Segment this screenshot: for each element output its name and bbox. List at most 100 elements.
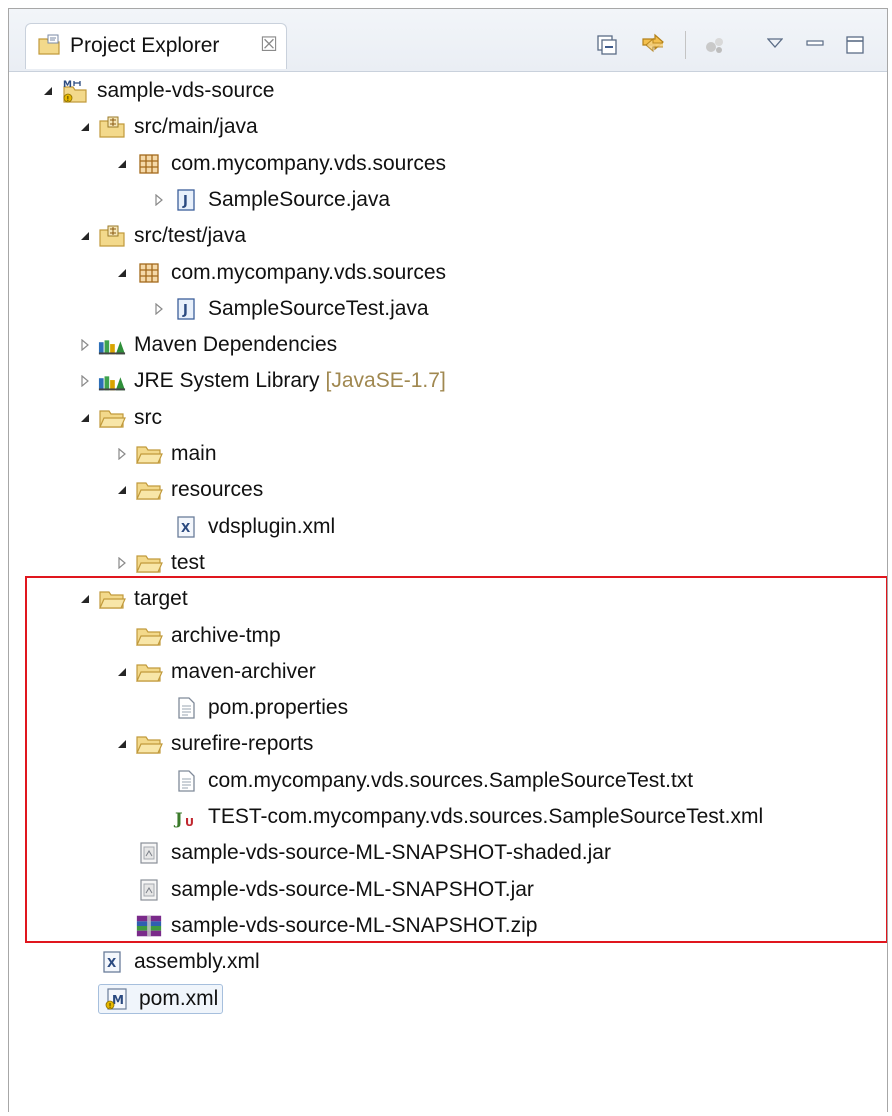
expanded-arrow-icon[interactable]	[115, 157, 129, 171]
expanded-arrow-icon[interactable]	[41, 84, 55, 98]
view-menu-icon[interactable]	[761, 29, 789, 57]
collapsed-arrow-icon[interactable]	[115, 556, 129, 570]
tree-item-content[interactable]: M! pom.xml	[98, 983, 224, 1014]
tree-item-label: src/main/java	[134, 115, 258, 139]
text-file-icon	[172, 768, 200, 794]
tree-item-content[interactable]: sample-vds-source-ML-SNAPSHOT-shaded.jar	[135, 840, 611, 866]
tree-item-content[interactable]: src/test/java	[98, 223, 246, 249]
tree-item[interactable]: M! pom.xml	[78, 981, 224, 1017]
tree-item-content[interactable]: src	[98, 405, 162, 431]
tree-item[interactable]: resources	[115, 472, 263, 508]
java-file-icon: J	[172, 296, 200, 322]
collapsed-arrow-icon[interactable]	[115, 447, 129, 461]
tree-item-content[interactable]: archive-tmp	[135, 623, 281, 649]
tree-item[interactable]: test	[115, 545, 205, 581]
folder-icon	[98, 405, 126, 431]
collapsed-arrow-icon[interactable]	[152, 193, 166, 207]
tree-item-content[interactable]: JRE System Library [JavaSE-1.7]	[98, 368, 446, 394]
tree-item-label: sample-vds-source	[97, 79, 275, 102]
tree-item-content[interactable]: com.mycompany.vds.sources	[135, 151, 446, 177]
tree-item-label: target	[134, 587, 188, 611]
tree-item[interactable]: main	[115, 436, 217, 472]
tree-item-label: test	[171, 550, 205, 574]
tree-item-label: Maven Dependencies	[134, 333, 338, 357]
tree-item-content[interactable]: J SampleSourceTest.java	[172, 296, 429, 322]
svg-text:U: U	[185, 816, 194, 829]
no-arrow	[78, 992, 92, 1006]
tree-item[interactable]: com.mycompany.vds.sources	[115, 255, 446, 291]
tree-item[interactable]: src/test/java	[78, 218, 246, 254]
tree-item-content[interactable]: Xassembly.xml	[98, 949, 260, 975]
tree-item-content[interactable]: J U TEST-com.mycompany.vds.sources.SampleS…	[172, 804, 763, 830]
tree-item-content[interactable]: src/main/java	[98, 114, 258, 140]
maximize-icon[interactable]	[841, 31, 869, 59]
tree-item[interactable]: target	[78, 581, 188, 617]
expanded-arrow-icon[interactable]	[78, 229, 92, 243]
tree-item[interactable]: sample-vds-source-ML-SNAPSHOT.zip	[115, 908, 537, 944]
zip-archive-icon	[135, 913, 163, 939]
svg-text:X: X	[181, 521, 191, 535]
tree-item[interactable]: pom.properties	[152, 690, 348, 726]
tree-item-content[interactable]: J SampleSource.java	[172, 187, 390, 213]
link-with-editor-icon[interactable]	[639, 29, 667, 57]
minimize-icon[interactable]	[801, 29, 829, 57]
folder-icon	[135, 550, 163, 576]
tree-item[interactable]: com.mycompany.vds.sources	[115, 146, 446, 182]
tree-item[interactable]: com.mycompany.vds.sources.SampleSourceTe…	[152, 763, 693, 799]
collapse-all-icon[interactable]	[593, 31, 621, 59]
tab-label: Project Explorer	[70, 34, 220, 57]
collapsed-arrow-icon[interactable]	[78, 374, 92, 388]
tree-item-content[interactable]: pom.properties	[172, 695, 348, 721]
tree-item-content[interactable]: sample-vds-source-ML-SNAPSHOT.jar	[135, 877, 534, 903]
tree-item[interactable]: sample-vds-source-ML-SNAPSHOT-shaded.jar	[115, 835, 611, 871]
tree-item[interactable]: JRE System Library [JavaSE-1.7]	[78, 363, 446, 399]
tree-item[interactable]: surefire-reports	[115, 726, 313, 762]
expanded-arrow-icon[interactable]	[115, 665, 129, 679]
tree-item-content[interactable]: Xvdsplugin.xml	[172, 514, 335, 540]
tree-item-label: resources	[171, 478, 264, 502]
expanded-arrow-icon[interactable]	[78, 411, 92, 425]
xml-file-icon: X	[98, 949, 126, 975]
tree-item[interactable]: archive-tmp	[115, 618, 281, 654]
collapsed-arrow-icon[interactable]	[152, 302, 166, 316]
close-icon[interactable]: ☒	[260, 33, 278, 57]
tree-item[interactable]: src/main/java	[78, 109, 258, 145]
tree-item[interactable]: M! sample-vds-source	[41, 73, 274, 109]
tree-item-content[interactable]: resources	[135, 477, 263, 503]
project-explorer-tab[interactable]: Project Explorer ☒	[25, 23, 287, 69]
tree-item[interactable]: Maven Dependencies	[78, 327, 337, 363]
tree-item-label: pom.xml	[139, 986, 219, 1010]
tree-item-label: SampleSource.java	[208, 187, 391, 211]
expanded-arrow-icon[interactable]	[115, 483, 129, 497]
expanded-arrow-icon[interactable]	[78, 592, 92, 606]
tree-item-content[interactable]: test	[135, 550, 205, 576]
maven-pom-icon: M!	[103, 986, 131, 1012]
tree-item[interactable]: maven-archiver	[115, 654, 316, 690]
tree-item[interactable]: J SampleSource.java	[152, 182, 390, 218]
tree-item-content[interactable]: M! sample-vds-source	[61, 78, 274, 104]
tree-item[interactable]: J SampleSourceTest.java	[152, 291, 429, 327]
tree-item[interactable]: src	[78, 400, 162, 436]
expanded-arrow-icon[interactable]	[115, 266, 129, 280]
no-arrow	[152, 810, 166, 824]
tree-item-content[interactable]: surefire-reports	[135, 731, 313, 757]
tree-item[interactable]: Xvdsplugin.xml	[152, 509, 335, 545]
tree-item-content[interactable]: maven-archiver	[135, 659, 316, 685]
tree-item-content[interactable]: sample-vds-source-ML-SNAPSHOT.zip	[135, 913, 537, 939]
tree-item-content[interactable]: com.mycompany.vds.sources	[135, 260, 446, 286]
tree-item-content[interactable]: main	[135, 441, 217, 467]
expanded-arrow-icon[interactable]	[115, 737, 129, 751]
focus-on-active-task-icon[interactable]	[701, 31, 729, 59]
tree-item-content[interactable]: com.mycompany.vds.sources.SampleSourceTe…	[172, 768, 693, 794]
tree-item[interactable]: sample-vds-source-ML-SNAPSHOT.jar	[115, 872, 534, 908]
tree-item[interactable]: J U TEST-com.mycompany.vds.sources.SampleS…	[152, 799, 763, 835]
folder-icon	[135, 623, 163, 649]
tree-item[interactable]: Xassembly.xml	[78, 944, 260, 980]
junit-xml-icon: JU	[172, 804, 200, 830]
collapsed-arrow-icon[interactable]	[78, 338, 92, 352]
expanded-arrow-icon[interactable]	[78, 120, 92, 134]
xml-file-icon: X	[172, 514, 200, 540]
library-icon	[98, 332, 126, 358]
tree-item-content[interactable]: Maven Dependencies	[98, 332, 337, 358]
tree-item-content[interactable]: target	[98, 586, 188, 612]
